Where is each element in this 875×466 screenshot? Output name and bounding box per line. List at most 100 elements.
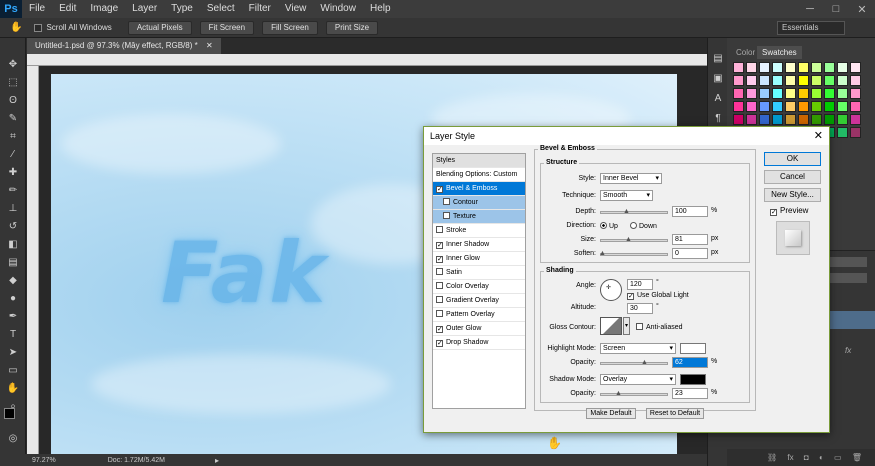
slider-thumb-icon[interactable]: ▲ <box>623 208 630 216</box>
color-swatch[interactable] <box>850 127 861 138</box>
radio-off[interactable] <box>630 222 637 229</box>
move-tool-icon[interactable]: ✥ <box>6 58 20 72</box>
color-swatch[interactable] <box>759 101 770 112</box>
color-swatch[interactable] <box>850 62 861 73</box>
checkbox[interactable]: ✓ <box>770 209 777 216</box>
foreground-color-swatch[interactable] <box>4 408 15 419</box>
lasso-tool-icon[interactable]: ʘ <box>6 94 20 108</box>
path-select-tool-icon[interactable]: ➤ <box>6 346 20 360</box>
color-swatch[interactable] <box>785 62 796 73</box>
color-swatch[interactable] <box>798 62 809 73</box>
color-swatch[interactable] <box>746 101 757 112</box>
style-item-gradient-overlay[interactable]: Gradient Overlay <box>433 294 525 308</box>
checkbox[interactable] <box>436 296 443 303</box>
chevron-down-icon[interactable]: ▾ <box>623 317 630 335</box>
color-swatch[interactable] <box>837 88 848 99</box>
style-item-satin[interactable]: Satin <box>433 266 525 280</box>
menu-type[interactable]: Type <box>164 0 200 18</box>
dodge-tool-icon[interactable]: ● <box>6 292 20 306</box>
menu-edit[interactable]: Edit <box>52 0 83 18</box>
highlight-mode-select[interactable]: Screen <box>600 343 676 354</box>
altitude-field[interactable]: 30 <box>627 303 653 314</box>
color-swatch[interactable] <box>759 88 770 99</box>
color-swatch[interactable] <box>772 62 783 73</box>
history-panel-icon[interactable]: ▤ <box>711 52 725 66</box>
color-swatch[interactable] <box>798 88 809 99</box>
checkbox[interactable] <box>436 282 443 289</box>
reset-default-button[interactable]: Reset to Default <box>646 408 704 419</box>
opacity-field[interactable] <box>827 257 867 267</box>
make-default-button[interactable]: Make Default <box>586 408 636 419</box>
angle-field[interactable]: 120 <box>627 279 653 290</box>
paragraph-panel-icon[interactable]: ¶ <box>711 112 725 126</box>
color-swatch[interactable] <box>850 75 861 86</box>
color-swatch[interactable] <box>733 88 744 99</box>
stamp-tool-icon[interactable]: ⊥ <box>6 202 20 216</box>
shadow-color-swatch[interactable] <box>680 374 706 385</box>
fill-field[interactable] <box>827 273 867 283</box>
zoom-level[interactable]: 97.27% <box>32 457 56 464</box>
style-item-pattern-overlay[interactable]: Pattern Overlay <box>433 308 525 322</box>
color-swatch[interactable] <box>785 114 796 125</box>
color-swatch[interactable] <box>837 62 848 73</box>
slider-thumb-icon[interactable]: ▲ <box>599 250 606 258</box>
menu-layer[interactable]: Layer <box>125 0 164 18</box>
soften-slider[interactable]: ▲ <box>599 250 668 258</box>
slider-thumb-icon[interactable]: ▲ <box>615 390 622 398</box>
color-swatch[interactable] <box>850 88 861 99</box>
checkbox[interactable] <box>636 323 643 330</box>
preview-checkbox[interactable]: ✓ Preview <box>770 206 808 216</box>
style-item-stroke[interactable]: Stroke <box>433 224 525 238</box>
style-item-inner-glow[interactable]: ✓ Inner Glow <box>433 252 525 266</box>
crop-tool-icon[interactable]: ⌗ <box>6 130 20 144</box>
color-swatch[interactable] <box>759 114 770 125</box>
menu-select[interactable]: Select <box>200 0 242 18</box>
blending-options-item[interactable]: Blending Options: Custom <box>433 168 525 182</box>
style-item-outer-glow[interactable]: ✓ Outer Glow <box>433 322 525 336</box>
color-swatch[interactable] <box>798 114 809 125</box>
quick-select-tool-icon[interactable]: ✎ <box>6 112 20 126</box>
color-swatch[interactable] <box>733 101 744 112</box>
color-swatch[interactable] <box>811 75 822 86</box>
style-item-contour[interactable]: Contour <box>433 196 525 210</box>
color-swatch[interactable] <box>837 75 848 86</box>
fill-screen-button[interactable]: Fill Screen <box>262 20 318 35</box>
checkbox[interactable]: ✓ <box>436 242 443 249</box>
checkbox[interactable]: ✓ <box>627 293 634 300</box>
eyedropper-tool-icon[interactable]: ⁄ <box>6 148 20 162</box>
color-swatch[interactable] <box>798 101 809 112</box>
menu-view[interactable]: View <box>278 0 314 18</box>
cancel-button[interactable]: Cancel <box>764 170 821 184</box>
color-swatch[interactable] <box>733 62 744 73</box>
highlight-opacity-slider[interactable]: ▲ <box>600 359 668 366</box>
trash-icon[interactable]: 🗑 <box>852 453 862 462</box>
color-swatch[interactable] <box>824 88 835 99</box>
color-swatch[interactable] <box>772 101 783 112</box>
checkbox[interactable] <box>436 268 443 275</box>
highlight-color-swatch[interactable] <box>680 343 706 354</box>
color-swatch[interactable] <box>759 62 770 73</box>
menu-file[interactable]: File <box>22 0 52 18</box>
brush-tool-icon[interactable]: ✏ <box>6 184 20 198</box>
color-swatch[interactable] <box>798 75 809 86</box>
color-swatch[interactable] <box>772 75 783 86</box>
color-swatch[interactable] <box>746 88 757 99</box>
healing-tool-icon[interactable]: ✚ <box>6 166 20 180</box>
new-style-button[interactable]: New Style... <box>764 188 821 202</box>
shadow-opacity-slider[interactable]: ▲ <box>600 390 668 398</box>
maximize-icon[interactable]: □ <box>823 0 849 18</box>
actual-pixels-button[interactable]: Actual Pixels <box>127 20 192 35</box>
technique-select[interactable]: Smooth <box>600 190 653 201</box>
color-swatch[interactable] <box>824 114 835 125</box>
close-tab-icon[interactable]: ✕ <box>206 41 213 50</box>
color-swatch[interactable] <box>772 88 783 99</box>
workspace-select[interactable]: Essentials <box>777 21 845 35</box>
style-item-bevel-emboss[interactable]: ✓ Bevel & Emboss <box>433 182 525 196</box>
color-swatch[interactable] <box>811 62 822 73</box>
checkbox[interactable]: ✓ <box>436 340 443 347</box>
menu-window[interactable]: Window <box>313 0 363 18</box>
shadow-opacity-field[interactable]: 23 <box>672 388 708 399</box>
style-item-color-overlay[interactable]: Color Overlay <box>433 280 525 294</box>
quick-mask-icon[interactable]: ◎ <box>6 432 20 446</box>
color-swatch[interactable] <box>837 127 848 138</box>
